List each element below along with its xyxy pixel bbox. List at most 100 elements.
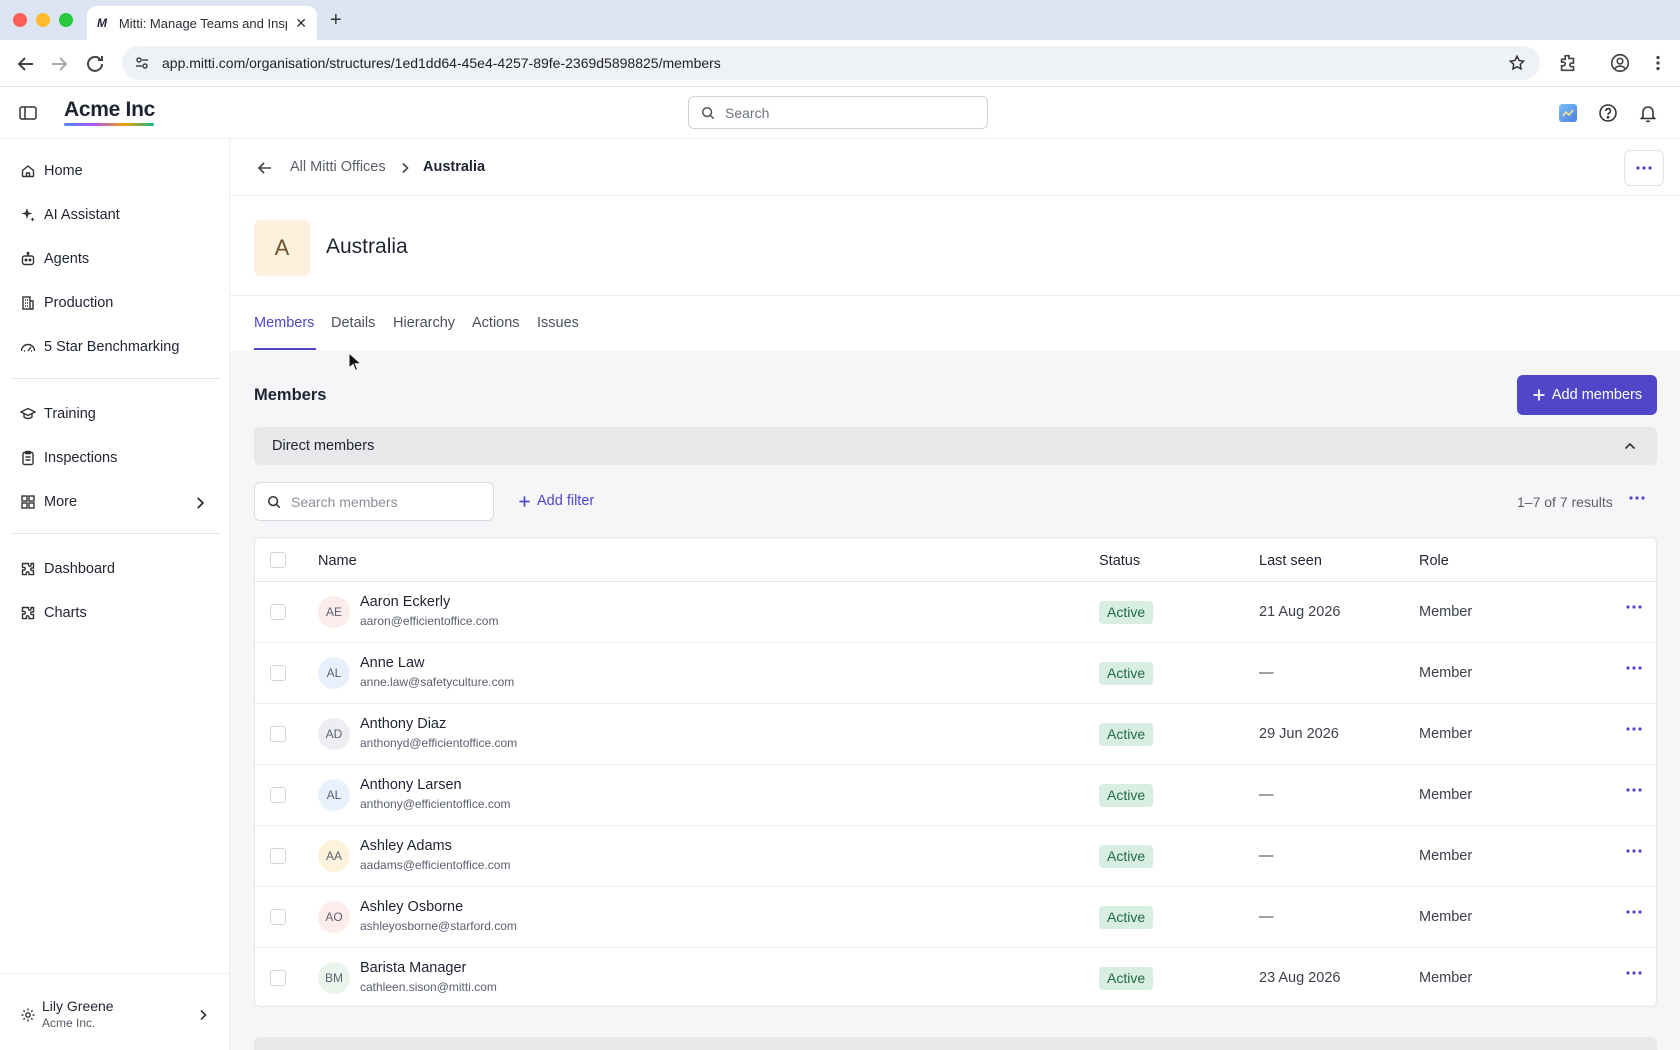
row-more-options-button[interactable] bbox=[1625, 909, 1643, 915]
window-close-button[interactable] bbox=[13, 13, 27, 27]
row-checkbox[interactable] bbox=[270, 787, 286, 803]
sidebar-item-inspections[interactable]: Inspections bbox=[10, 441, 220, 475]
add-members-button[interactable]: Add members bbox=[1517, 375, 1657, 415]
table-row[interactable]: AD Anthony Diaz anthonyd@efficientoffice… bbox=[255, 704, 1656, 765]
main-content: All Mitti Offices Australia A Australia … bbox=[230, 139, 1680, 1050]
column-header-status[interactable]: Status bbox=[1099, 553, 1140, 569]
row-more-options-button[interactable] bbox=[1625, 604, 1643, 610]
member-search-input[interactable] bbox=[291, 493, 481, 510]
breadcrumb-parent-link[interactable]: All Mitti Offices bbox=[290, 159, 386, 175]
member-name[interactable]: Anne Law bbox=[360, 655, 425, 671]
last-seen: 29 Jun 2026 bbox=[1259, 726, 1339, 742]
address-bar[interactable]: app.mitti.com/organisation/structures/1e… bbox=[122, 46, 1540, 80]
app-launcher-icon[interactable] bbox=[1558, 103, 1578, 123]
browser-tab[interactable]: M Mitti: Manage Teams and Inspections ✕ bbox=[87, 6, 317, 40]
site-settings-icon[interactable] bbox=[134, 55, 150, 71]
window-minimize-button[interactable] bbox=[36, 13, 50, 27]
column-header-name[interactable]: Name bbox=[318, 553, 357, 569]
back-arrow-icon[interactable] bbox=[257, 160, 273, 176]
member-email: aadams@efficientoffice.com bbox=[360, 858, 511, 872]
member-name[interactable]: Anthony Larsen bbox=[360, 777, 462, 793]
member-role: Member bbox=[1419, 787, 1473, 803]
add-filter-button[interactable]: Add filter bbox=[518, 493, 594, 509]
row-checkbox[interactable] bbox=[270, 726, 286, 742]
tab-hierarchy[interactable]: Hierarchy bbox=[393, 315, 455, 331]
global-search-input[interactable] bbox=[725, 104, 975, 121]
search-icon bbox=[267, 495, 281, 509]
next-section-header bbox=[254, 1037, 1657, 1050]
sidebar-item-agents[interactable]: Agents bbox=[10, 242, 220, 276]
sidebar-item-more[interactable]: More bbox=[10, 485, 220, 519]
column-header-last-seen[interactable]: Last seen bbox=[1259, 553, 1322, 569]
profile-icon[interactable] bbox=[1609, 52, 1633, 76]
member-name[interactable]: Aaron Eckerly bbox=[360, 594, 450, 610]
user-profile-menu[interactable]: Lily Greene Acme Inc. bbox=[0, 973, 230, 1050]
member-search[interactable] bbox=[254, 482, 494, 521]
status-badge: Active bbox=[1099, 784, 1154, 807]
table-row[interactable]: AA Ashley Adams aadams@efficientoffice.c… bbox=[255, 826, 1656, 887]
extensions-icon[interactable] bbox=[1557, 52, 1581, 76]
tab-members[interactable]: Members bbox=[254, 315, 314, 331]
row-more-options-button[interactable] bbox=[1625, 848, 1643, 854]
select-all-checkbox[interactable] bbox=[270, 552, 286, 568]
page-more-options-button[interactable] bbox=[1624, 150, 1664, 186]
new-tab-icon[interactable]: + bbox=[330, 9, 342, 32]
avatar: AL bbox=[318, 779, 350, 811]
row-checkbox[interactable] bbox=[270, 665, 286, 681]
more-horizontal-icon bbox=[1626, 849, 1642, 853]
sidebar-item-label: AI Assistant bbox=[44, 207, 120, 223]
forward-arrow-icon[interactable] bbox=[47, 52, 71, 76]
column-header-role[interactable]: Role bbox=[1419, 553, 1449, 569]
browser-menu-icon[interactable] bbox=[1648, 52, 1672, 76]
row-checkbox[interactable] bbox=[270, 970, 286, 986]
sidebar-item-production[interactable]: Production bbox=[10, 286, 220, 320]
row-more-options-button[interactable] bbox=[1625, 787, 1643, 793]
table-row[interactable]: AL Anthony Larsen anthony@efficientoffic… bbox=[255, 765, 1656, 826]
brand-logo[interactable]: Acme Inc bbox=[64, 98, 155, 122]
sidebar-toggle-icon[interactable] bbox=[18, 103, 38, 123]
row-checkbox[interactable] bbox=[270, 909, 286, 925]
row-checkbox[interactable] bbox=[270, 604, 286, 620]
member-name[interactable]: Ashley Adams bbox=[360, 838, 452, 854]
direct-members-accordion[interactable]: Direct members bbox=[254, 427, 1657, 465]
notification-bell-icon[interactable] bbox=[1638, 103, 1658, 123]
sidebar-item-ai-assistant[interactable]: AI Assistant bbox=[10, 198, 220, 232]
sidebar-item-label: Production bbox=[44, 295, 114, 311]
tab-issues[interactable]: Issues bbox=[537, 315, 579, 331]
reload-icon[interactable] bbox=[83, 52, 107, 76]
sidebar-item-dashboard[interactable]: Dashboard bbox=[10, 552, 220, 586]
sidebar-item-label: Charts bbox=[44, 605, 87, 621]
sidebar-item-home[interactable]: Home bbox=[10, 154, 220, 188]
member-name[interactable]: Ashley Osborne bbox=[360, 899, 463, 915]
row-checkbox[interactable] bbox=[270, 848, 286, 864]
sidebar-item-charts[interactable]: Charts bbox=[10, 596, 220, 630]
tab-close-icon[interactable]: ✕ bbox=[295, 15, 307, 32]
table-header: Name Status Last seen Role bbox=[255, 538, 1656, 582]
status-badge: Active bbox=[1099, 601, 1154, 624]
table-row[interactable]: AL Anne Law anne.law@safetyculture.com A… bbox=[255, 643, 1656, 704]
more-horizontal-icon bbox=[1626, 605, 1642, 609]
member-name[interactable]: Anthony Diaz bbox=[360, 716, 446, 732]
help-icon[interactable] bbox=[1598, 103, 1618, 123]
tab-actions[interactable]: Actions bbox=[472, 315, 520, 331]
puzzle-icon bbox=[21, 562, 35, 576]
tab-details[interactable]: Details bbox=[331, 315, 375, 331]
sidebar-item-label: 5 Star Benchmarking bbox=[44, 339, 180, 355]
back-arrow-icon[interactable] bbox=[14, 52, 38, 76]
table-row[interactable]: BM Barista Manager cathleen.sison@mitti.… bbox=[255, 948, 1656, 1006]
table-row[interactable]: AO Ashley Osborne ashleyosborne@starford… bbox=[255, 887, 1656, 948]
row-more-options-button[interactable] bbox=[1625, 665, 1643, 671]
member-email: anthony@efficientoffice.com bbox=[360, 797, 511, 811]
sidebar-item-5-star-benchmarking[interactable]: 5 Star Benchmarking bbox=[10, 330, 220, 364]
global-search[interactable] bbox=[688, 96, 988, 129]
sidebar-item-training[interactable]: Training bbox=[10, 397, 220, 431]
more-horizontal-icon bbox=[1626, 788, 1642, 792]
member-name[interactable]: Barista Manager bbox=[360, 960, 466, 976]
row-more-options-button[interactable] bbox=[1625, 726, 1643, 732]
table-row[interactable]: AE Aaron Eckerly aaron@efficientoffice.c… bbox=[255, 582, 1656, 643]
mouse-cursor-icon bbox=[348, 352, 362, 372]
bookmark-star-icon[interactable] bbox=[1508, 54, 1526, 72]
window-zoom-button[interactable] bbox=[59, 13, 73, 27]
row-more-options-button[interactable] bbox=[1625, 970, 1643, 976]
table-more-options-button[interactable] bbox=[1628, 495, 1646, 501]
